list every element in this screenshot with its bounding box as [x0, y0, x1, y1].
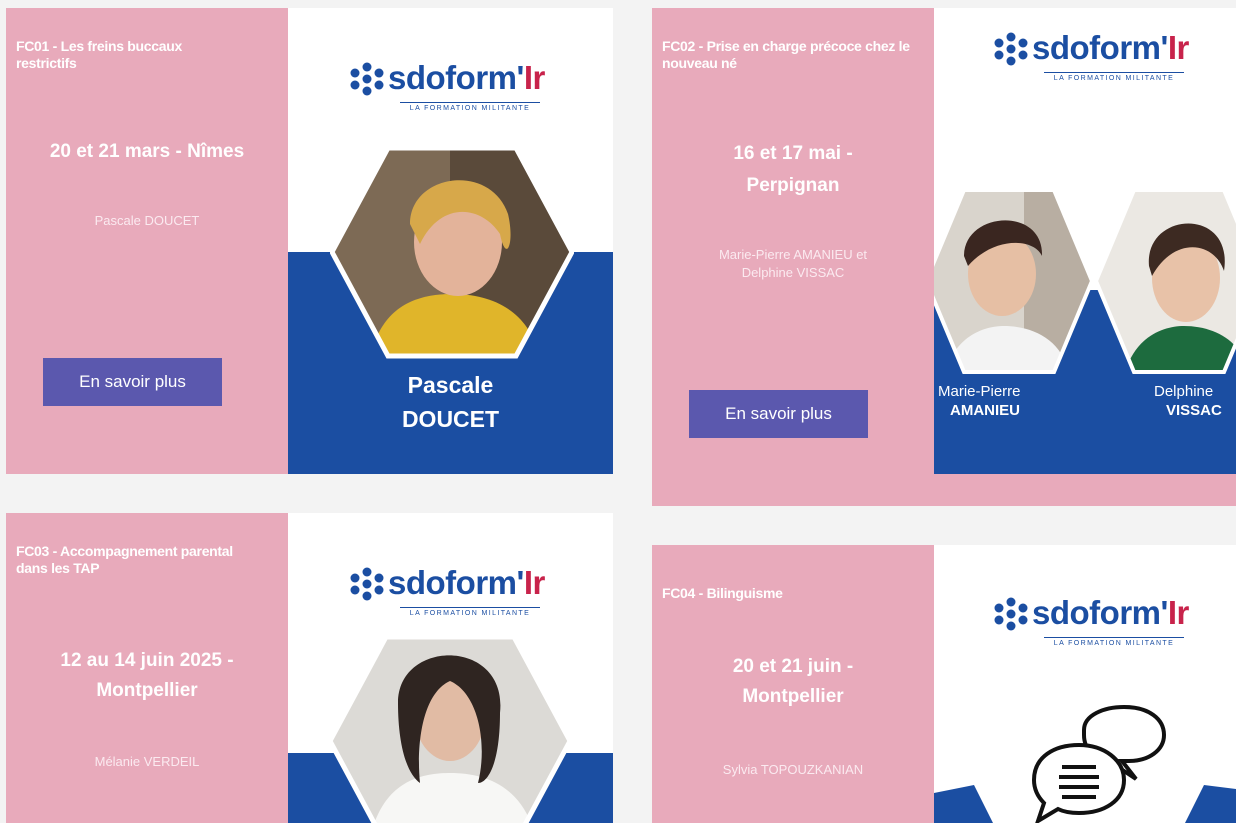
person2-name: Delphine VISSAC [1154, 382, 1236, 420]
card-visual-panel: sdoform'Ir LA FORMATION MILITANTE [934, 8, 1236, 474]
course-date-line1: 20 et 21 juin - [732, 656, 854, 677]
portrait-photo-1 [934, 188, 1094, 374]
logo-wordmark: sdoform'Ir [388, 564, 545, 601]
training-card-fc04: FC04 - Bilinguisme 20 et 21 juin - Montp… [652, 545, 1236, 823]
course-date-line2: Montpellier [96, 680, 198, 701]
course-trainer: Sylvia TOPOUZKANIAN [722, 762, 864, 777]
sdoformir-logo: sdoform'Ir LA FORMATION MILITANTE [350, 563, 590, 623]
course-date-line1: 16 et 17 mai - [733, 143, 853, 164]
portrait-name: Pascale DOUCET [288, 368, 613, 436]
course-title: FC03 - Accompagnement parental dans les … [16, 543, 233, 576]
logo-wordmark: sdoform'Ir [1032, 29, 1189, 66]
sdoformir-logo: sdoform'Ir LA FORMATION MILITANTE [994, 593, 1234, 653]
training-card-fc03: FC03 - Accompagnement parental dans les … [6, 513, 613, 823]
portrait-last-name: DOUCET [401, 406, 500, 432]
portrait-photo [328, 634, 572, 823]
training-card-fc01: FC01 - Les freins buccaux restrictifs 20… [6, 8, 613, 474]
logo-tagline: LA FORMATION MILITANTE [1044, 637, 1184, 647]
logo-tagline: LA FORMATION MILITANTE [1044, 72, 1184, 82]
logo-wordmark: sdoform'Ir [388, 59, 545, 96]
portrait-first-name: Pascale [407, 372, 494, 398]
person1-last-name: AMANIEU [950, 402, 1020, 419]
flower-logo-icon [994, 597, 1028, 631]
person1-name: Marie-Pierre AMANIEU [938, 382, 1048, 420]
logo-tagline: LA FORMATION MILITANTE [400, 102, 540, 112]
learn-more-button[interactable]: En savoir plus [689, 390, 868, 438]
flower-logo-icon [350, 62, 384, 96]
person2-first-name: Delphine [1154, 383, 1214, 400]
course-title: FC02 - Prise en charge précoce chez le n… [662, 38, 910, 71]
course-trainer-line2: Delphine VISSAC [741, 265, 845, 280]
course-date-line2: Montpellier [742, 686, 844, 707]
course-trainer-line1: Marie-Pierre AMANIEU et [718, 247, 868, 262]
course-trainer: Pascale DOUCET [94, 213, 200, 228]
person1-first-name: Marie-Pierre [938, 383, 1021, 400]
card-info-panel: FC04 - Bilinguisme 20 et 21 juin - Montp… [652, 545, 934, 823]
course-date-line1: 12 au 14 juin 2025 - [60, 650, 234, 671]
card-info-panel: FC01 - Les freins buccaux restrictifs 20… [6, 8, 288, 474]
course-title: FC01 - Les freins buccaux restrictifs [16, 38, 183, 71]
person2-last-name: VISSAC [1166, 402, 1222, 419]
course-date: 20 et 21 mars - Nîmes [49, 141, 245, 162]
card-visual-panel: sdoform'Ir LA FORMATION MILITANTE [934, 545, 1236, 823]
learn-more-button[interactable]: En savoir plus [43, 358, 222, 406]
portrait-photo-2 [1094, 188, 1236, 374]
card-visual-panel: sdoform'Ir LA FORMATION MILITANTE Pascal… [288, 8, 613, 474]
course-date-line2: Perpignan [746, 175, 840, 196]
course-title: FC04 - Bilinguisme [662, 585, 783, 601]
logo-wordmark: sdoform'Ir [1032, 594, 1189, 631]
card-info-panel: FC03 - Accompagnement parental dans les … [6, 513, 288, 823]
course-trainer: Mélanie VERDEIL [94, 754, 200, 769]
training-card-fc02: FC02 - Prise en charge précoce chez le n… [652, 8, 1236, 506]
speech-bubbles-icon [1031, 705, 1167, 823]
card-info-text: FC02 - Prise en charge précoce chez le n… [652, 8, 934, 506]
sdoformir-logo: sdoform'Ir LA FORMATION MILITANTE [994, 28, 1234, 88]
sdoformir-logo: sdoform'Ir LA FORMATION MILITANTE [350, 58, 590, 118]
card-visual-panel: sdoform'Ir LA FORMATION MILITANTE [288, 513, 613, 823]
flower-logo-icon [994, 32, 1028, 66]
flower-logo-icon [350, 567, 384, 601]
portrait-photo [330, 145, 574, 359]
logo-tagline: LA FORMATION MILITANTE [400, 607, 540, 617]
